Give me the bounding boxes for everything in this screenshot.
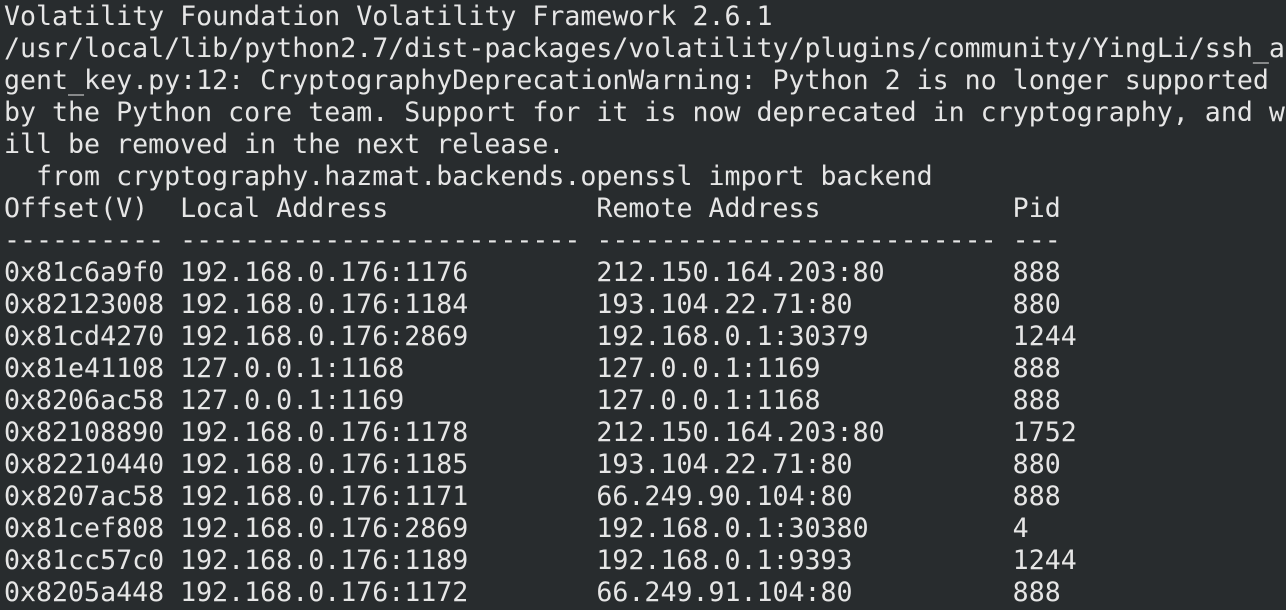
warning-source-line: from cryptography.hazmat.backends.openss… <box>4 161 933 192</box>
table-row: 0x8207ac58 192.168.0.176:1171 66.249.90.… <box>4 481 1061 512</box>
table-row: 0x8206ac58 127.0.0.1:1169 127.0.0.1:1168… <box>4 385 1061 416</box>
table-header: Offset(V) Local Address Remote Address P… <box>4 193 1061 224</box>
table-row: 0x81cef808 192.168.0.176:2869 192.168.0.… <box>4 513 1029 544</box>
warning-path-line: /usr/local/lib/python2.7/dist-packages/v… <box>4 33 1285 64</box>
table-row: 0x81c6a9f0 192.168.0.176:1176 212.150.16… <box>4 257 1061 288</box>
table-separator: ---------- ------------------------- ---… <box>4 225 1061 256</box>
warning-message-line: ill be removed in the next release. <box>4 129 565 160</box>
terminal-window[interactable]: Volatility Foundation Volatility Framewo… <box>0 0 1286 610</box>
table-row: 0x82210440 192.168.0.176:1185 193.104.22… <box>4 449 1061 480</box>
table-row: 0x81cd4270 192.168.0.176:2869 192.168.0.… <box>4 321 1077 352</box>
table-row: 0x8205a448 192.168.0.176:1172 66.249.91.… <box>4 577 1061 608</box>
warning-message-line: gent_key.py:12: CryptographyDeprecationW… <box>4 65 1269 96</box>
volatility-banner-line: Volatility Foundation Volatility Framewo… <box>4 1 773 32</box>
warning-message-line: by the Python core team. Support for it … <box>4 97 1285 128</box>
table-row: 0x82108890 192.168.0.176:1178 212.150.16… <box>4 417 1077 448</box>
table-row: 0x82123008 192.168.0.176:1184 193.104.22… <box>4 289 1061 320</box>
table-row: 0x81cc57c0 192.168.0.176:1189 192.168.0.… <box>4 545 1077 576</box>
table-row: 0x81e41108 127.0.0.1:1168 127.0.0.1:1169… <box>4 353 1061 384</box>
